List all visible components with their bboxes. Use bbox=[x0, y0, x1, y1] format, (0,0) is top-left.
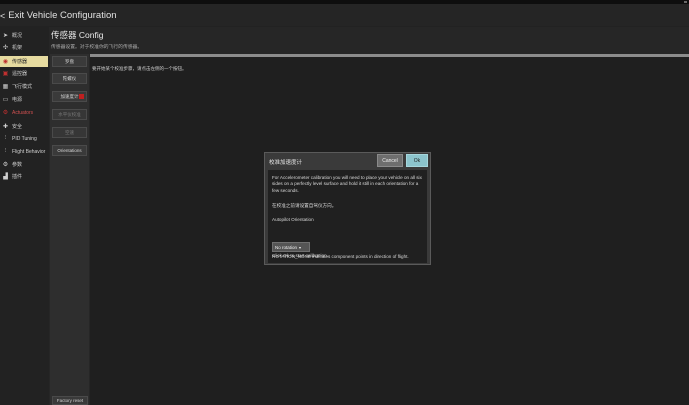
airframe-icon: ✣ bbox=[2, 45, 9, 51]
sidebar-item-pid-tuning[interactable]: ⫶ PID Tuning bbox=[0, 133, 48, 144]
dialog-header: 校准加速度计 Cancel Ok bbox=[265, 153, 430, 169]
sidebar-item-flight-behavior[interactable]: ⫶ Flight Behavior bbox=[0, 146, 48, 157]
cancel-button[interactable]: Cancel bbox=[377, 154, 403, 167]
actuators-icon: ⚙ bbox=[2, 110, 9, 116]
ok-button[interactable]: Ok bbox=[406, 154, 428, 167]
window-corner-icon bbox=[684, 1, 687, 3]
plugins-icon: ▟ bbox=[3, 174, 8, 180]
dialog-title: 校准加速度计 bbox=[269, 160, 303, 166]
dialog-body: For Accelerometer calibration you will n… bbox=[268, 170, 427, 263]
sidebar-item-label: 遥控器 bbox=[12, 71, 28, 77]
needs-calibration-flag bbox=[79, 94, 84, 99]
page-subtitle: 传感器设置。对于校准你的飞行的传感器。 bbox=[51, 45, 143, 50]
pid-icon: ⫶ bbox=[4, 135, 7, 141]
set-orientation-note: 在校准之前请设置自驾仪方向。 bbox=[272, 203, 337, 208]
safety-icon: ✚ bbox=[2, 124, 9, 130]
sidebar-item-label: 概况 bbox=[12, 33, 23, 39]
page-title: 传感器 Config bbox=[51, 30, 104, 40]
airspeed-button[interactable]: 空速 bbox=[52, 127, 87, 138]
exit-vehicle-config-link[interactable]: < Exit Vehicle Configuration bbox=[0, 10, 117, 21]
sidebar-item-label: 机架 bbox=[12, 45, 23, 51]
orientation-select[interactable]: No rotation ▾ bbox=[272, 242, 310, 252]
accelerometer-label: 加速度计 bbox=[60, 93, 79, 99]
header-bar: < Exit Vehicle Configuration bbox=[0, 4, 689, 26]
sidebar-item-radio[interactable]: ▣ 遥控器 bbox=[0, 68, 48, 79]
radio-icon: ▣ bbox=[2, 71, 9, 77]
chevron-down-icon: ▾ bbox=[299, 244, 302, 250]
level-horizon-button[interactable]: 水平仪校准 bbox=[52, 109, 87, 120]
accelerometer-button[interactable]: 加速度计 bbox=[52, 91, 87, 102]
start-calibration-text: Click Ok to start calibration. bbox=[272, 253, 328, 258]
sidebar-item-plugins[interactable]: ▟ 插件 bbox=[0, 171, 48, 182]
power-icon: ▭ bbox=[2, 97, 9, 103]
sidebar-item-airframe[interactable]: ✣ 机架 bbox=[0, 42, 48, 53]
flight-behavior-icon: ⫶ bbox=[4, 148, 7, 154]
sidebar-item-label: PID Tuning bbox=[12, 135, 37, 142]
exit-label: Exit Vehicle Configuration bbox=[8, 10, 117, 21]
gyroscope-button[interactable]: 陀螺仪 bbox=[52, 73, 87, 84]
compass-button[interactable]: 罗盘 bbox=[52, 56, 87, 67]
calibration-instructions: For Accelerometer calibration you will n… bbox=[272, 175, 422, 193]
sidebar-item-label: 插件 bbox=[12, 174, 23, 180]
sidebar-item-flight-modes[interactable]: ▦ 飞行模式 bbox=[0, 81, 48, 92]
orientations-button[interactable]: Orientations bbox=[52, 145, 87, 156]
sensor-button-column bbox=[50, 54, 89, 405]
sidebar-item-power[interactable]: ▭ 电源 bbox=[0, 94, 48, 105]
orientation-label: Autopilot Orientation bbox=[272, 217, 314, 222]
accelerometer-calibration-dialog: 校准加速度计 Cancel Ok For Accelerometer calib… bbox=[264, 152, 431, 265]
params-icon: ⚙ bbox=[2, 162, 9, 168]
sidebar-item-parameters[interactable]: ⚙ 参数 bbox=[0, 159, 48, 170]
sidebar-item-label: 电源 bbox=[12, 97, 23, 103]
sidebar-item-label: 安全 bbox=[12, 124, 23, 130]
sidebar-item-label: 飞行模式 bbox=[12, 84, 33, 90]
sidebar-item-label: Actuators bbox=[12, 109, 34, 116]
sidebar-item-label: 传感器 bbox=[12, 59, 28, 65]
sidebar-item-summary[interactable]: ➤ 概况 bbox=[0, 30, 48, 41]
sidebar-item-actuators[interactable]: ⚙ Actuators bbox=[0, 107, 48, 118]
orientation-value: No rotation bbox=[275, 244, 298, 250]
sidebar-item-label: 参数 bbox=[12, 162, 23, 168]
sidebar-item-safety[interactable]: ✚ 安全 bbox=[0, 121, 48, 132]
paper-plane-icon: ➤ bbox=[2, 33, 9, 39]
chevron-left-icon: < bbox=[0, 10, 6, 21]
sidebar-item-label: Flight Behavior bbox=[12, 148, 46, 155]
sidebar-item-sensors[interactable]: ◉ 传感器 bbox=[0, 56, 48, 67]
flight-modes-icon: ▦ bbox=[2, 84, 9, 90]
sensors-icon: ◉ bbox=[2, 59, 9, 65]
instruction-text: 要开始某个校准步骤，请点击左侧的一个按钮。 bbox=[92, 66, 187, 71]
factory-reset-button[interactable]: Factory reset bbox=[52, 396, 88, 405]
